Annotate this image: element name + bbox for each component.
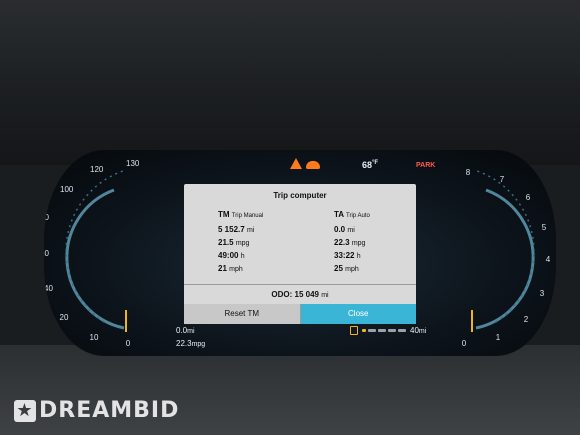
speed-tick: 40 (44, 284, 53, 293)
fuel-pump-icon (350, 326, 358, 335)
trip-auto-column: TA Trip Auto 0.0 mi 22.3 mpg 33:22 h 25 … (334, 210, 434, 275)
tm-consumption: 21.5 mpg (218, 238, 250, 247)
ta-distance: 0.0 mi (334, 225, 355, 234)
dashboard-top (0, 0, 580, 165)
dialog-title: Trip computer (273, 191, 327, 200)
speed-tick: 0 (126, 339, 131, 348)
odometer-readout: ODO: 15 049 mi (184, 284, 416, 305)
speed-tick: 100 (60, 185, 74, 194)
star-icon: ★ (14, 399, 36, 422)
dialog-buttons: Reset TM Close (184, 304, 416, 324)
rpm-tick: 0 (462, 339, 467, 348)
turtle-icon (306, 161, 320, 169)
fuel-range-readout: 40mi (350, 326, 426, 335)
gear-indicator: PARK (416, 162, 436, 169)
trip-manual-header: TM Trip Manual (218, 210, 264, 219)
rpm-tick: 5 (542, 223, 547, 232)
left-distance: 0.0mi (176, 326, 195, 335)
fuel-level-bar (362, 329, 406, 332)
rpm-tick: 1 (496, 333, 501, 342)
rpm-tick: 2 (524, 315, 529, 324)
speed-tick: 60 (44, 249, 49, 258)
speed-tick: 10 (90, 333, 99, 342)
rpm-tick: 3 (540, 289, 545, 298)
speed-gauge-ticks (65, 169, 127, 323)
tm-speed: 21 mph (218, 264, 243, 273)
close-button[interactable]: Close (300, 304, 416, 324)
left-consumption: 22.3mpg (176, 339, 206, 348)
rpm-tick: 4 (546, 255, 551, 264)
reset-tm-button[interactable]: Reset TM (184, 304, 301, 324)
tm-distance: 5 152.7 mi (218, 225, 255, 234)
ta-speed: 25 mph (334, 264, 359, 273)
watermark-logo: ★ DREAMBID (14, 398, 179, 423)
trip-manual-column: TM Trip Manual 5 152.7 mi 21.5 mpg 49:00… (218, 210, 318, 275)
ta-time: 33:22 h (334, 251, 361, 260)
instrument-cluster: 0 10 20 40 60 80 100 120 130 0 1 2 3 4 5… (44, 150, 556, 356)
speed-tick: 130 (126, 159, 140, 168)
speed-tick: 20 (60, 313, 69, 322)
rpm-tick: 7 (500, 175, 505, 184)
rpm-tick: 6 (526, 193, 531, 202)
tm-time: 49:00 h (218, 251, 245, 260)
left-trip-readout: 0.0mi 22.3mpg (176, 325, 205, 351)
speed-gauge-arc (65, 188, 125, 330)
trip-auto-header: TA Trip Auto (334, 210, 370, 219)
warning-triangle-icon (290, 158, 302, 169)
speed-tick: 80 (44, 213, 49, 222)
ta-consumption: 22.3 mpg (334, 238, 366, 247)
trip-computer-dialog: Trip computer TM Trip Manual 5 152.7 mi … (184, 184, 416, 324)
rpm-gauge-arc (475, 188, 535, 330)
rpm-tick: 8 (466, 168, 471, 177)
watermark-text: DREAMBID (39, 398, 180, 423)
speed-tick: 120 (90, 165, 104, 174)
outside-temperature: 68°F (362, 160, 379, 170)
range-value: 40mi (410, 326, 427, 335)
